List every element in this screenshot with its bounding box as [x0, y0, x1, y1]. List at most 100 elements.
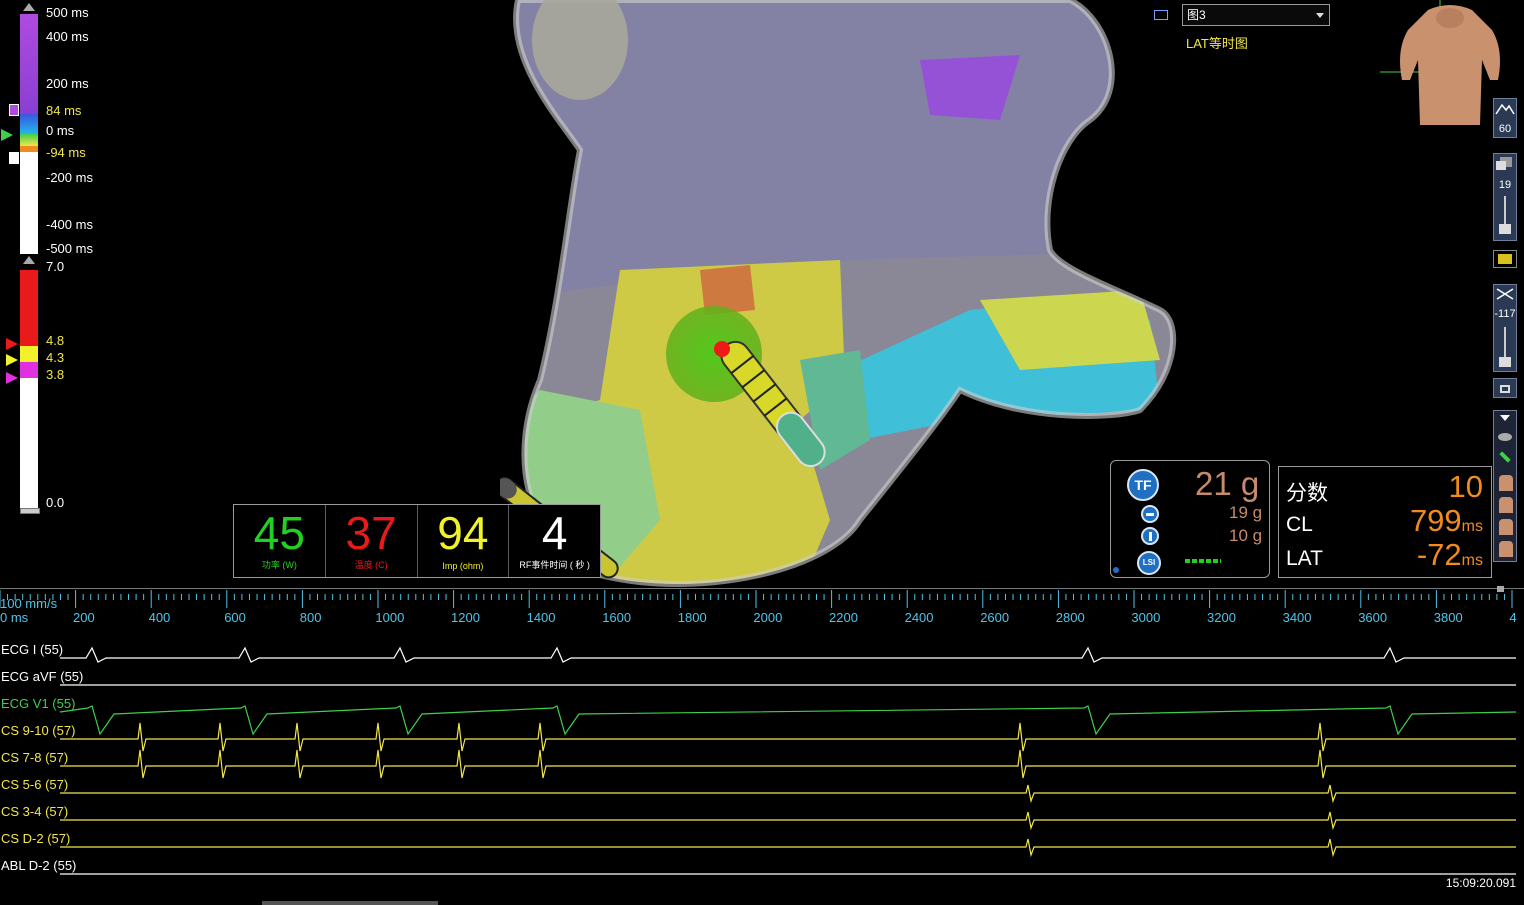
voltage-scale-label: 0.0 [46, 495, 65, 510]
contact-force-panel: TF LSI 21 g 19 g 10 g [1110, 460, 1270, 578]
voltage-scale-top-handle[interactable] [23, 256, 35, 264]
opacity-slider-handle[interactable] [1499, 224, 1511, 234]
ruler-tick-label: 400 [148, 610, 171, 625]
opacity-tool-button[interactable] [1493, 153, 1517, 241]
mountain-icon [1495, 103, 1515, 115]
ruler-tick-label: 2800 [1055, 610, 1085, 625]
ruler-tick-label: 3800 [1433, 610, 1463, 625]
clip-slider-handle[interactable] [1499, 357, 1511, 367]
rf-power-cell: 45 功率 (W) [234, 505, 326, 577]
voltage-scale-bottom-handle[interactable] [20, 508, 40, 514]
ruler-end-handle[interactable] [1497, 586, 1504, 592]
rf-time-value: 4 [541, 507, 568, 559]
lsi-progress-dots [1185, 559, 1221, 563]
channel-label: CS 7-8 (57) [1, 750, 69, 765]
cl-number: 799 [1409, 503, 1462, 538]
channel-trace [60, 749, 1516, 779]
ruler-tick-label: 1200 [451, 610, 480, 625]
ruler-tick-label: 2200 [829, 610, 858, 625]
cl-value: 799ms [1410, 503, 1483, 539]
channel-trace [59, 705, 1517, 736]
eye-icon[interactable] [1498, 433, 1512, 441]
lat-color-scale[interactable] [20, 14, 38, 254]
clip-tool-button[interactable] [1493, 284, 1517, 372]
channel-trace [60, 646, 1516, 663]
lat-marker-upper[interactable] [9, 104, 19, 116]
rf-impedance-label: Imp (ohm) [442, 561, 484, 571]
rf-time-cell: 4 RF事件时间 ( 秒 ) [509, 505, 600, 577]
stats-panel: 分数 10 CL 799ms LAT -72ms [1278, 466, 1492, 578]
sweep-speed: 100 mm/s [0, 596, 58, 611]
view-select[interactable]: 图3 [1182, 4, 1330, 26]
rf-temperature-cell: 37 温度 (C) [326, 505, 418, 577]
tf-badge: TF [1127, 469, 1159, 501]
lateral-force-icon [1141, 505, 1159, 523]
pen-icon[interactable] [1499, 451, 1511, 463]
chevron-down-icon [1316, 13, 1324, 18]
timeline-separator [0, 588, 1524, 589]
torso-posterior-icon[interactable] [1499, 541, 1513, 557]
ruler-tick-label: 1600 [602, 610, 632, 625]
channel-label: CS 9-10 (57) [1, 723, 76, 738]
view-presets-panel[interactable] [1493, 410, 1517, 562]
view-icon[interactable] [1154, 10, 1168, 20]
channel-label: CS 5-6 (57) [1, 777, 69, 792]
cl-label: CL [1286, 513, 1313, 536]
time-ruler[interactable] [0, 590, 1524, 612]
score-value: 10 [1448, 469, 1483, 504]
cardiac-3d-map[interactable] [500, 0, 1190, 590]
voltage-marker-low[interactable] [6, 372, 18, 384]
torso-anterior-icon[interactable] [1499, 475, 1513, 491]
lat-scale-label: 0 ms [46, 123, 75, 138]
map-name: LAT等时图 [1186, 36, 1248, 51]
lat-scale-label: -94 ms [46, 145, 86, 160]
rf-temperature-value: 37 [345, 507, 397, 559]
channel-trace [60, 784, 1516, 804]
voltage-marker-high[interactable] [6, 338, 18, 350]
lat-scale-label: -200 ms [46, 170, 93, 185]
ruler-tick-label: 2000 [753, 610, 783, 625]
lat-marker-mid[interactable] [1, 129, 13, 141]
layers-icon [1496, 157, 1512, 170]
ruler-tick-label: 4 [1509, 610, 1517, 625]
egm-traces[interactable] [0, 630, 1524, 880]
ruler-tick-label: 3400 [1282, 610, 1312, 625]
panel-corner-dot [1113, 567, 1119, 573]
ruler-tick-label: 1000 [375, 610, 405, 625]
channel-label: ECG V1 (55) [1, 696, 76, 711]
opacity-value: 19 [1498, 179, 1512, 191]
zoom-value: 60 [1498, 123, 1512, 135]
lat-marker-lower[interactable] [9, 152, 19, 164]
channel-label: ECG I (55) [1, 642, 64, 657]
channel-trace [60, 838, 1516, 858]
ruler-tick-label: 200 [73, 610, 95, 625]
rf-impedance-value: 94 [437, 507, 489, 559]
ruler-tick-label: 3000 [1131, 610, 1161, 625]
channel-label: ABL D-2 (55) [1, 858, 77, 873]
lat-scale-top-handle[interactable] [23, 3, 35, 11]
rf-temperature-label: 温度 (C) [354, 560, 388, 570]
timestamp: 15:09:20.091 [1445, 876, 1516, 890]
torso-right-icon[interactable] [1499, 519, 1513, 535]
ruler-tick-label: 2400 [904, 610, 934, 625]
lat-scale-label: 400 ms [46, 29, 89, 44]
torso-left-icon[interactable] [1499, 497, 1513, 513]
lat-scale-label: 84 ms [46, 103, 82, 118]
ruler-tick-label: 3200 [1207, 610, 1236, 625]
rf-ablation-panel: 45 功率 (W) 37 温度 (C) 94 Imp (ohm) 4 RF事件时… [233, 504, 601, 578]
bottom-scrollbar[interactable] [262, 901, 438, 905]
voltage-color-scale[interactable] [20, 270, 38, 510]
tag-tool-button[interactable] [1493, 250, 1517, 268]
voltage-scale-label: 3.8 [46, 367, 65, 382]
ruler-tick-label: 1400 [526, 610, 556, 625]
chevron-down-icon[interactable] [1500, 415, 1510, 421]
voltage-scale-label: 7.0 [46, 259, 65, 274]
voltage-scale-label: 4.3 [46, 350, 65, 365]
lat-scale-label: 200 ms [46, 76, 89, 91]
score-label: 分数 [1286, 482, 1328, 505]
lateral-force-value: 19 g [1229, 503, 1263, 522]
clip-value: -117 [1494, 308, 1516, 320]
ruler-tick-label: 3600 [1358, 610, 1388, 625]
lock-button[interactable] [1493, 378, 1517, 398]
voltage-marker-mid[interactable] [6, 354, 18, 366]
